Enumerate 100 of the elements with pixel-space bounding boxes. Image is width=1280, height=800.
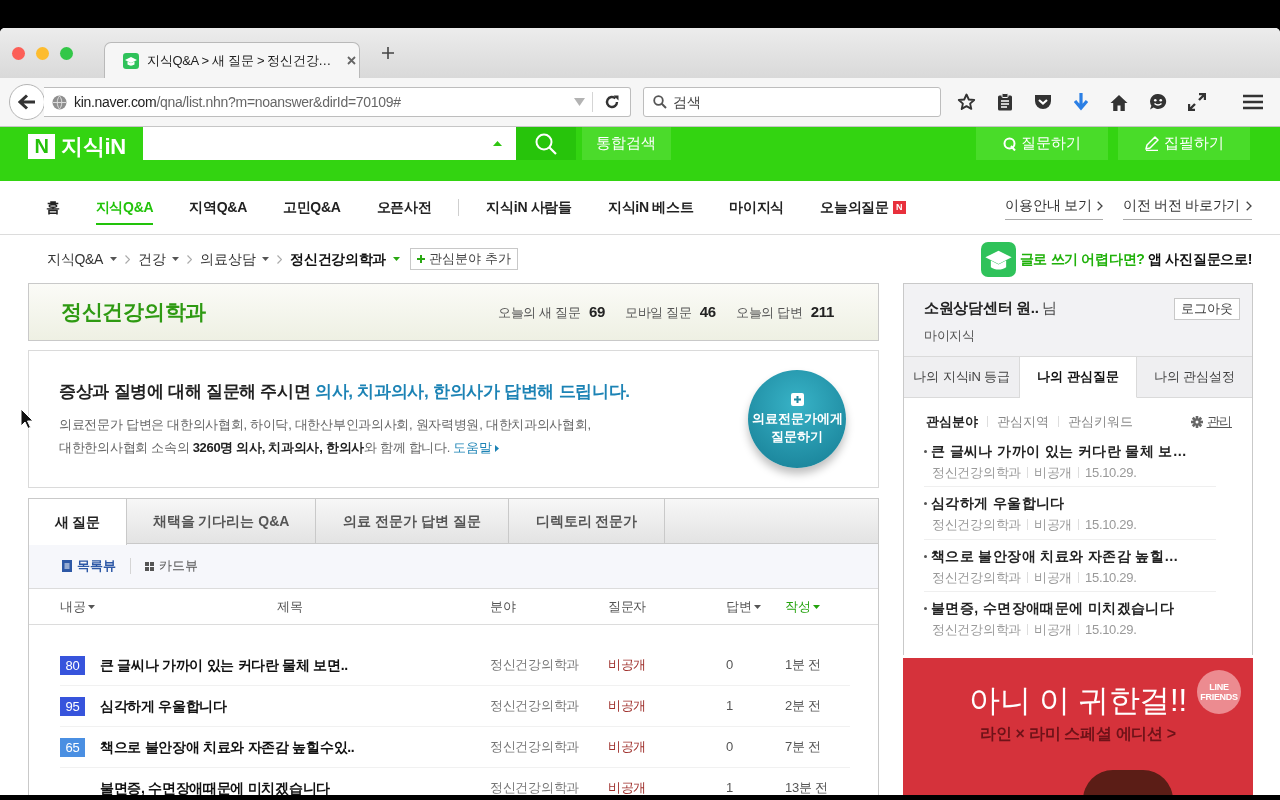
q-letter-icon bbox=[1003, 136, 1016, 151]
browser-tab[interactable]: 지식Q&A > 새 질문 > 정신건강… bbox=[104, 42, 360, 78]
answer-count-cell-text: 0 bbox=[726, 738, 733, 757]
clipboard-icon[interactable] bbox=[997, 93, 1013, 111]
category-text: 정신건강의학과 bbox=[932, 621, 1021, 639]
promo-link[interactable]: 글로 쓰기 어렵다면? 앱 사진질문으로! bbox=[1019, 248, 1252, 270]
caret-down-icon[interactable] bbox=[88, 604, 96, 609]
nav-link[interactable]: 오픈사전 bbox=[376, 190, 432, 225]
chevron-right-icon bbox=[125, 254, 131, 264]
filter-tab[interactable]: 관심지역 bbox=[997, 412, 1049, 432]
logout-button[interactable]: 로그아웃 bbox=[1174, 298, 1240, 320]
help-link[interactable]: 도움말 bbox=[453, 440, 492, 456]
category-title: 정신건강의학과 bbox=[61, 299, 206, 325]
user-name: 소원상담센터 원.. 님 bbox=[924, 298, 1058, 318]
plus-square-icon bbox=[790, 392, 804, 406]
category-text: 정신건강의학과 bbox=[932, 463, 1021, 482]
nav-link[interactable]: 고민Q&A bbox=[282, 190, 341, 225]
view-toggle[interactable]: 카드뷰 bbox=[145, 556, 198, 576]
menu-icon[interactable] bbox=[1243, 94, 1263, 110]
back-button[interactable] bbox=[9, 84, 45, 120]
my-knowledge-link[interactable]: 마이지식 bbox=[924, 325, 975, 345]
nav-link[interactable]: 홈 bbox=[46, 190, 60, 225]
date-text: 15.10.29. bbox=[1085, 621, 1137, 639]
bullet-icon bbox=[924, 449, 927, 453]
question-title-link[interactable]: 책으로 불안장애 치료와 자존감 높힐수있.. bbox=[100, 736, 355, 758]
nav-link[interactable]: 마이지식 bbox=[729, 190, 785, 225]
nav-link[interactable]: 지식iN 베스트 bbox=[607, 190, 694, 225]
add-interest-button[interactable]: 관심분야 추가 bbox=[410, 248, 518, 270]
address-bar[interactable]: kin.naver.com/qna/list.nhn?m=noanswer&dirId=70109# bbox=[44, 87, 631, 117]
category-text: 정신건강의학과 bbox=[932, 516, 1021, 534]
globe-icon bbox=[52, 94, 67, 110]
time-cell-text: 2분 전 bbox=[785, 697, 821, 716]
chevron-right-icon bbox=[277, 254, 283, 264]
breadcrumb-link[interactable]: 의료상담 bbox=[200, 248, 256, 270]
caret-down-icon[interactable] bbox=[262, 257, 270, 261]
breadcrumb-link[interactable]: 지식Q&A bbox=[47, 248, 104, 270]
star-icon[interactable] bbox=[957, 93, 976, 111]
asker-cell-text: 비공개 bbox=[608, 779, 647, 795]
expand-icon[interactable] bbox=[1188, 93, 1206, 111]
question-title-link[interactable]: 큰 글씨나 가까이 있는 커다란 물체 보면.. bbox=[100, 654, 348, 676]
graduation-cap-icon bbox=[980, 241, 1016, 277]
list-tab[interactable]: 새 질문 bbox=[29, 499, 127, 545]
interest-question-link[interactable]: 책으로 불안장애 치료와 자존감 높힐… bbox=[924, 545, 1216, 567]
nav-link[interactable]: 오늘의질문 N bbox=[820, 190, 906, 225]
ad-headline: 아니 이 귀한걸!! bbox=[969, 681, 1187, 720]
asker-text: 비공개 bbox=[1033, 621, 1072, 639]
stat-label: 오늘의 새 질문 bbox=[498, 303, 581, 322]
bullet-icon bbox=[924, 607, 927, 610]
manage-link[interactable]: 관리 bbox=[1190, 412, 1232, 432]
view-toggle[interactable]: 목록뷰 bbox=[62, 556, 116, 576]
nav-link[interactable]: 지식iN 사람들 bbox=[486, 190, 572, 225]
question-title-link[interactable]: 심각하게 우울합니다 bbox=[100, 695, 227, 717]
plus-icon[interactable] bbox=[382, 47, 394, 59]
home-icon[interactable] bbox=[1110, 93, 1128, 111]
column-header: 질문자 bbox=[608, 597, 647, 616]
search-input[interactable] bbox=[142, 127, 516, 160]
chat-bubble-icon[interactable] bbox=[1149, 93, 1167, 111]
caret-down-icon[interactable] bbox=[172, 257, 180, 261]
asker-text: 비공개 bbox=[1033, 516, 1072, 534]
text-link[interactable]: 이전 버전 바로가기 bbox=[1123, 195, 1252, 220]
chevron-right-icon bbox=[187, 254, 193, 264]
caret-down-icon[interactable] bbox=[754, 604, 762, 609]
question-title-link[interactable]: 불면증, 수면장애때문에 미치겠습니다 bbox=[100, 777, 330, 795]
filter-tab[interactable]: 관심분야 bbox=[926, 412, 978, 432]
mouse-cursor-icon bbox=[20, 408, 33, 429]
gear-icon bbox=[1190, 415, 1203, 428]
interest-question-link[interactable]: 심각하게 우울합니다 bbox=[924, 493, 1216, 514]
pencil-icon bbox=[1144, 136, 1159, 151]
back-arrow-icon bbox=[18, 94, 36, 110]
caret-down-icon[interactable] bbox=[110, 257, 118, 261]
column-header[interactable]: 작성 bbox=[785, 596, 821, 617]
reload-icon[interactable] bbox=[604, 94, 620, 110]
stat-label: 모바일 질문 bbox=[624, 303, 692, 322]
search-field[interactable]: 검색 bbox=[643, 87, 941, 117]
breadcrumb-link[interactable]: 정신건강의학과 bbox=[290, 248, 387, 270]
text-link[interactable]: 이용안내 보기 bbox=[1005, 195, 1104, 220]
filter-tab[interactable]: 관심키워드 bbox=[1068, 412, 1133, 432]
interest-question-link[interactable]: 큰 글씨나 가까이 있는 커다란 물체 보… bbox=[924, 440, 1216, 462]
close-icon[interactable] bbox=[347, 56, 356, 65]
column-header[interactable]: 답변 bbox=[726, 596, 762, 617]
asker-cell-text: 비공개 bbox=[608, 738, 647, 757]
plus-icon bbox=[417, 255, 426, 263]
intro-description: 의료전문가 답변은 대한의사협회, 하이닥, 대한산부인과의사회, 원자력병원, 대한치과의사협회, 대한한의사협회 소속의 3260명 의사, 치과의사, 한의사와 함께 합니다. 도움말 bbox=[59, 416, 592, 458]
time-cell-text: 13분 전 bbox=[785, 779, 828, 795]
caret-down-icon[interactable] bbox=[393, 257, 401, 261]
interest-question-link[interactable]: 불면증, 수면장애때문에 미치겠습니다 bbox=[924, 598, 1216, 619]
shield-icon[interactable] bbox=[1034, 94, 1052, 110]
nav-link[interactable]: 지역Q&A bbox=[189, 190, 247, 225]
caret-down-icon[interactable] bbox=[813, 604, 821, 609]
asker-text: 비공개 bbox=[1033, 463, 1072, 482]
sidebar-tab[interactable]: 나의 지식iN 등급 bbox=[904, 357, 1021, 398]
download-icon[interactable] bbox=[1073, 93, 1089, 111]
sidebar-tab[interactable]: 나의 관심설정 bbox=[1136, 357, 1252, 398]
bullet-icon bbox=[924, 554, 927, 558]
chevron-right-icon bbox=[1246, 200, 1252, 211]
category-text: 정신건강의학과 bbox=[932, 568, 1021, 587]
date-text: 15.10.29. bbox=[1085, 568, 1137, 587]
answer-count-cell-text: 0 bbox=[726, 656, 733, 675]
column-header[interactable]: 내공 bbox=[60, 596, 96, 617]
breadcrumb-link[interactable]: 건강 bbox=[138, 248, 166, 270]
